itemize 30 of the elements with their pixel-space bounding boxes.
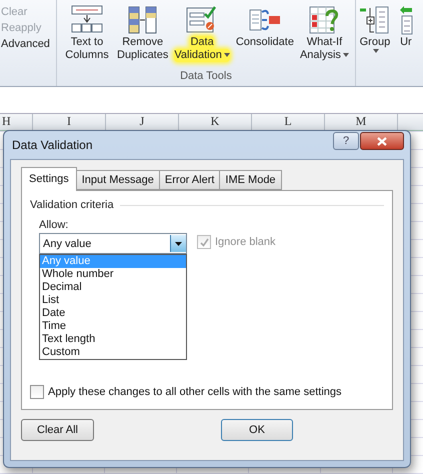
section-label: Validation criteria xyxy=(30,199,114,211)
ungroup-rows-icon xyxy=(398,4,413,36)
caret-icon xyxy=(175,242,182,246)
checkbox[interactable] xyxy=(30,385,44,399)
ok-button[interactable]: OK xyxy=(221,419,293,441)
help-button[interactable]: ? xyxy=(333,132,359,150)
field-label: Allow: xyxy=(39,219,70,231)
ribbon-button[interactable]: Remove Duplicates xyxy=(115,0,170,68)
ribbon-button[interactable]: What-If Analysis xyxy=(298,0,351,68)
ribbon-button[interactable]: Consolidate xyxy=(234,0,296,68)
ribbon-button[interactable]: Text to Columns xyxy=(61,0,113,68)
allow-dropdown[interactable]: Any value xyxy=(39,233,187,254)
caret-icon xyxy=(342,53,349,58)
ribbon-button[interactable]: Ur xyxy=(396,0,416,68)
tab[interactable]: Input Message xyxy=(76,170,160,190)
ribbon-button[interactable]: Data Validation xyxy=(172,0,232,68)
window-title: Data Validation xyxy=(12,138,94,152)
checkbox-label: Ignore blank xyxy=(215,236,276,248)
clear-all-button[interactable]: Clear All xyxy=(21,419,94,441)
checkbox-label: Apply these changes to all other cells with the same settings xyxy=(48,386,342,398)
ribbon-command[interactable]: Advanced xyxy=(0,38,56,50)
group-label: Data Tools xyxy=(180,70,232,82)
tab[interactable]: Error Alert xyxy=(158,170,220,190)
ribbon-button[interactable]: Group xyxy=(356,0,394,68)
close-button[interactable] xyxy=(360,132,404,150)
tab[interactable]: IME Mode xyxy=(219,170,282,190)
close-icon xyxy=(377,136,387,146)
caret-icon xyxy=(224,53,230,58)
tab[interactable]: Settings xyxy=(21,167,77,191)
caret-icon xyxy=(372,49,379,53)
